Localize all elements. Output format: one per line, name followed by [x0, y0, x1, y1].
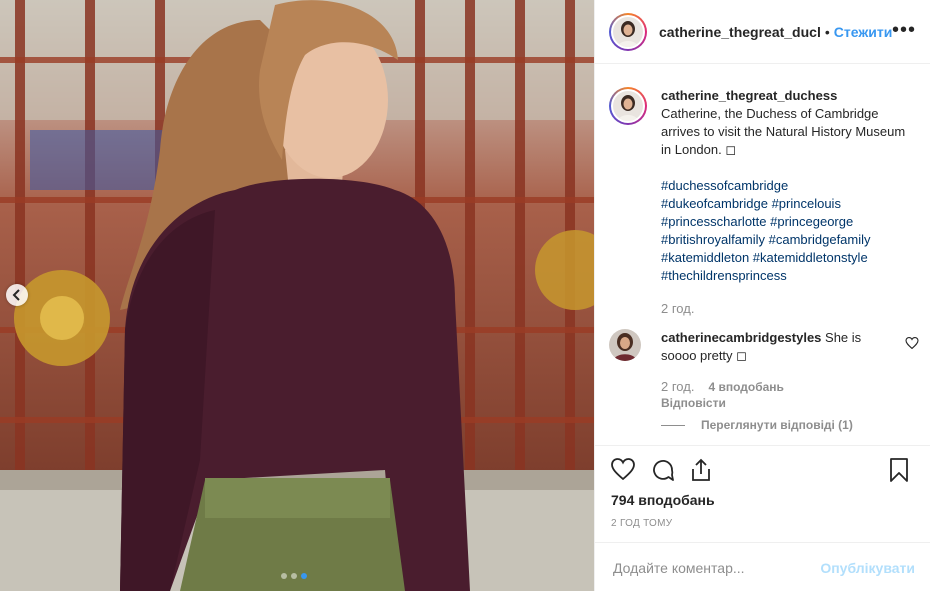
follow-button[interactable]: Стежити [834, 24, 893, 40]
likes-count[interactable]: 794 вподобань [611, 492, 715, 508]
hashtag-line[interactable]: #katemiddleton #katemiddletonstyle [661, 249, 917, 267]
hashtag-line[interactable]: #thechildrensprincess [661, 267, 917, 285]
action-icons [609, 458, 917, 484]
post-actions: 794 вподобань 2 ГОД ТОМУ [595, 445, 930, 542]
more-options-icon[interactable]: ••• [892, 20, 916, 40]
carousel-dot [281, 573, 287, 579]
caption-username[interactable]: catherine_thegreat_duchess [661, 88, 837, 103]
comment-item: catherinecambridgestyles She is sоооо pr… [609, 329, 919, 365]
carousel-indicator [281, 573, 307, 579]
author-avatar[interactable] [609, 12, 647, 51]
post-caption: catherine_thegreat_duchess Catherine, th… [609, 87, 919, 285]
comment-icon[interactable] [651, 458, 675, 482]
hashtag-line[interactable]: #duchessofcambridge [661, 177, 917, 195]
woman-figure [120, 0, 470, 591]
avatar-image [613, 16, 643, 47]
commenter-username[interactable]: catherinecambridgestyles [661, 330, 821, 345]
view-replies-button[interactable]: Переглянути відповіді (1) [661, 418, 853, 432]
add-comment-bar: Опублікувати [595, 542, 930, 592]
carousel-dot-active [301, 573, 307, 579]
caption-author-avatar[interactable] [609, 87, 647, 125]
hashtag-line[interactable]: #dukeofcambridge #princelouis [661, 195, 917, 213]
carousel-dot [291, 573, 297, 579]
divider-line [661, 424, 685, 426]
post-photo[interactable] [0, 0, 594, 591]
author-username[interactable]: catherine_thegreat_ducl [659, 24, 821, 40]
comment-time: 2 год. [661, 379, 695, 394]
separator-dot: • [824, 23, 830, 40]
comment-input[interactable] [611, 558, 815, 577]
hashtag-line[interactable]: #britishroyalfamily #cambridgefamily [661, 231, 917, 249]
carousel-prev-button[interactable] [6, 284, 28, 306]
commenter-avatar[interactable] [609, 329, 641, 361]
share-icon[interactable] [689, 458, 713, 482]
publish-button[interactable]: Опублікувати [820, 560, 915, 576]
bookmark-icon[interactable] [889, 458, 909, 482]
caption-text: Catherine, the Duchess of Cambridge arri… [661, 106, 906, 157]
reply-button[interactable]: Відповісти [661, 396, 726, 410]
caption-time: 2 год. [661, 301, 695, 316]
heart-icon[interactable] [905, 337, 919, 349]
view-replies-label: Переглянути відповіді (1) [701, 418, 853, 432]
post-time: 2 ГОД ТОМУ [611, 518, 673, 529]
chevron-left-icon [12, 289, 20, 301]
avatar-image [613, 91, 643, 121]
post-side-panel: catherine_thegreat_ducl • Стежити ••• ca… [594, 0, 930, 591]
caption-hashtags: #duchessofcambridge #dukeofcambridge #pr… [661, 177, 917, 285]
heart-icon[interactable] [611, 458, 635, 480]
hashtag-line[interactable]: #princesscharlotte #princegeorge [661, 213, 917, 231]
comment-likes[interactable]: 4 вподобань [708, 380, 783, 394]
post-header: catherine_thegreat_ducl • Стежити ••• [595, 0, 930, 64]
comments-area: catherine_thegreat_duchess Catherine, th… [595, 65, 930, 445]
comment-meta: 2 год. 4 вподобань [661, 379, 784, 394]
